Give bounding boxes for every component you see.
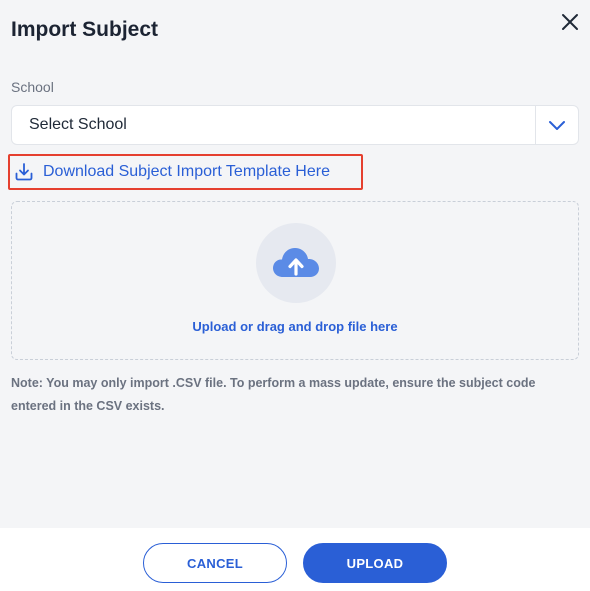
file-dropzone[interactable]: Upload or drag and drop file here (11, 201, 579, 360)
upload-button[interactable]: UPLOAD (303, 543, 447, 583)
close-button[interactable] (556, 8, 584, 36)
download-template-label: Download Subject Import Template Here (43, 163, 330, 180)
dialog-title: Import Subject (11, 18, 159, 41)
cloud-upload-icon (273, 248, 319, 277)
dropzone-label: Upload or drag and drop file here (192, 319, 398, 334)
school-label: School (11, 79, 54, 95)
dialog-footer: CANCEL UPLOAD (0, 528, 590, 591)
chevron-down-icon (549, 121, 565, 130)
download-icon (15, 163, 33, 181)
import-note: Note: You may only import .CSV file. To … (11, 376, 536, 413)
cancel-button[interactable]: CANCEL (143, 543, 287, 583)
close-icon (562, 14, 578, 30)
select-arrow[interactable] (536, 106, 578, 144)
upload-icon-circle (256, 223, 336, 303)
download-template-link[interactable]: Download Subject Import Template Here (8, 154, 363, 190)
school-select-value: Select School (29, 116, 127, 133)
school-select[interactable]: Select School (11, 105, 579, 145)
